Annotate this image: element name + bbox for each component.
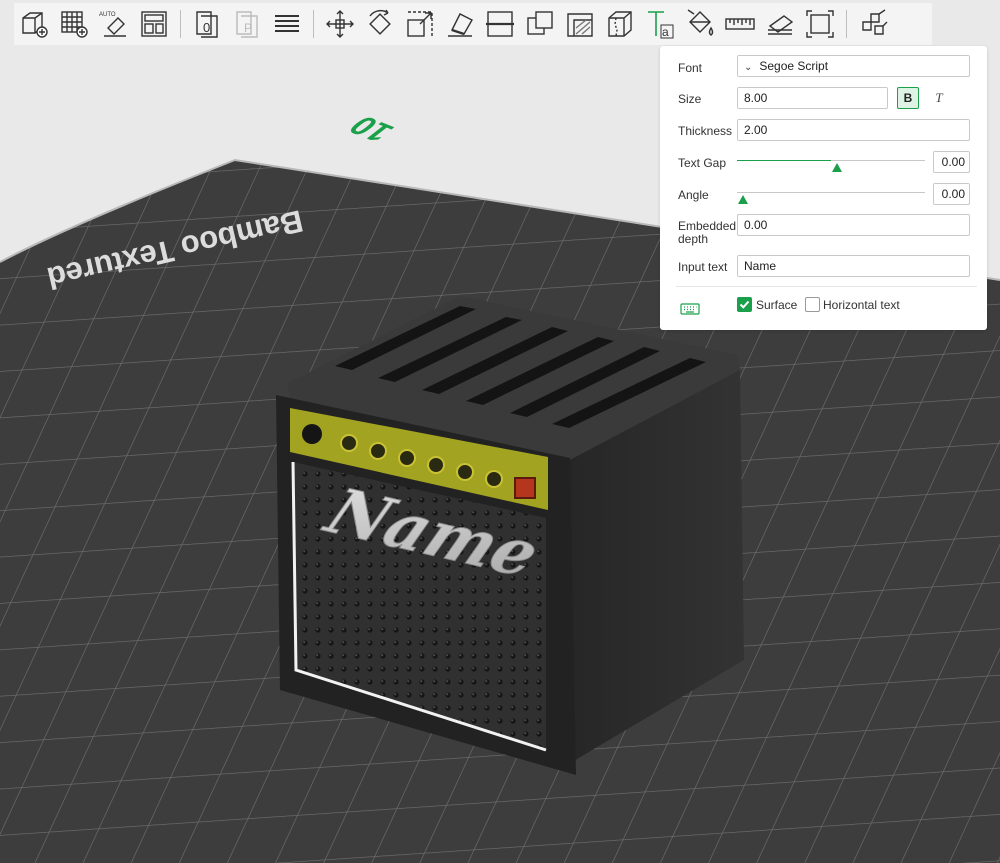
- auto-orient-icon: AUTO: [99, 12, 126, 37]
- font-label: Font: [678, 61, 703, 75]
- input-text-label: Input text: [678, 260, 728, 274]
- text-gap-slider[interactable]: [737, 160, 925, 172]
- measure-icon: [725, 18, 755, 30]
- measure-button[interactable]: [720, 4, 760, 44]
- text-gap-slider-fill: [737, 160, 831, 161]
- layers-button[interactable]: [267, 4, 307, 44]
- keyboard-icon[interactable]: [680, 302, 700, 316]
- split-to-parts-button[interactable]: P: [227, 4, 267, 44]
- toolbar-separator: [846, 10, 847, 38]
- explode-icon: [862, 9, 888, 35]
- scale-icon: [407, 11, 433, 37]
- text-tool-button[interactable]: a: [640, 4, 680, 44]
- cut-button[interactable]: [480, 4, 520, 44]
- add-plate-icon: [61, 11, 88, 38]
- explode-button[interactable]: [853, 4, 893, 44]
- move-icon: [326, 10, 354, 38]
- boolean-button[interactable]: [520, 4, 560, 44]
- italic-button[interactable]: T: [928, 87, 950, 109]
- text-gap-input[interactable]: [933, 151, 970, 173]
- angle-input[interactable]: [933, 183, 970, 205]
- horizontal-text-label: Horizontal text: [823, 298, 900, 312]
- svg-text:a: a: [662, 25, 669, 39]
- text-gap-label: Text Gap: [678, 156, 727, 170]
- angle-slider-thumb[interactable]: [738, 195, 748, 204]
- arrange-button[interactable]: [134, 4, 174, 44]
- lay-on-face-icon: [448, 13, 473, 37]
- thickness-input[interactable]: [737, 119, 970, 141]
- layers-icon: [275, 15, 299, 32]
- seam-paint-icon: [608, 11, 632, 37]
- seam-paint-button[interactable]: [600, 4, 640, 44]
- color-paint-icon: [687, 9, 714, 36]
- surface-label: Surface: [756, 298, 798, 312]
- horizontal-text-checkbox[interactable]: [805, 297, 820, 312]
- plate-number: 10: [341, 111, 402, 147]
- thickness-label: Thickness: [678, 124, 733, 138]
- surface-checkbox[interactable]: [737, 297, 752, 312]
- checkmark-icon: [739, 300, 750, 309]
- assembly-icon: [768, 15, 794, 35]
- support-paint-button[interactable]: [560, 4, 600, 44]
- split-to-objects-icon: 0: [196, 11, 218, 38]
- arrange-icon: [141, 11, 167, 37]
- text-tool-icon: a: [648, 11, 674, 39]
- auto-orient-button[interactable]: AUTO: [94, 4, 134, 44]
- embedded-depth-label-line2: depth: [678, 232, 709, 246]
- scale-button[interactable]: [400, 4, 440, 44]
- cut-icon: [486, 11, 514, 37]
- toolbar-separator: [313, 10, 314, 38]
- color-paint-button[interactable]: [680, 4, 720, 44]
- font-select-value: Segoe Script: [759, 59, 829, 73]
- svg-text:P: P: [244, 21, 252, 35]
- chevron-down-icon: ⌄: [744, 62, 753, 73]
- boolean-icon: [527, 11, 553, 35]
- assembly-button[interactable]: [760, 4, 800, 44]
- angle-slider[interactable]: [737, 192, 925, 204]
- split-to-parts-icon: P: [236, 11, 258, 38]
- size-input[interactable]: [737, 87, 888, 109]
- bold-button[interactable]: B: [897, 87, 919, 109]
- fit-view-button[interactable]: [800, 4, 840, 44]
- rotate-icon: [369, 9, 391, 35]
- text-tool-panel: Font ⌄ Segoe Script Size B T Thickness T…: [660, 46, 987, 330]
- rotate-button[interactable]: [360, 4, 400, 44]
- input-text-field[interactable]: [737, 255, 970, 277]
- lay-on-face-button[interactable]: [440, 4, 480, 44]
- main-toolbar: AUTO 0 P a: [14, 3, 932, 45]
- panel-divider: [676, 286, 977, 287]
- embedded-depth-label-line1: Embedded: [678, 219, 737, 233]
- text-gap-slider-thumb[interactable]: [832, 163, 842, 172]
- add-part-button[interactable]: [14, 4, 54, 44]
- add-part-icon: [22, 12, 48, 38]
- add-plate-button[interactable]: [54, 4, 94, 44]
- font-select[interactable]: ⌄ Segoe Script: [737, 55, 970, 77]
- size-label: Size: [678, 92, 702, 106]
- toolbar-separator: [180, 10, 181, 38]
- fit-view-icon: [806, 10, 834, 38]
- angle-label: Angle: [678, 188, 709, 202]
- split-to-objects-button[interactable]: 0: [187, 4, 227, 44]
- support-paint-icon: [567, 13, 593, 37]
- svg-text:AUTO: AUTO: [99, 12, 116, 18]
- embedded-depth-input[interactable]: [737, 214, 970, 236]
- svg-text:0: 0: [203, 20, 210, 35]
- move-button[interactable]: [320, 4, 360, 44]
